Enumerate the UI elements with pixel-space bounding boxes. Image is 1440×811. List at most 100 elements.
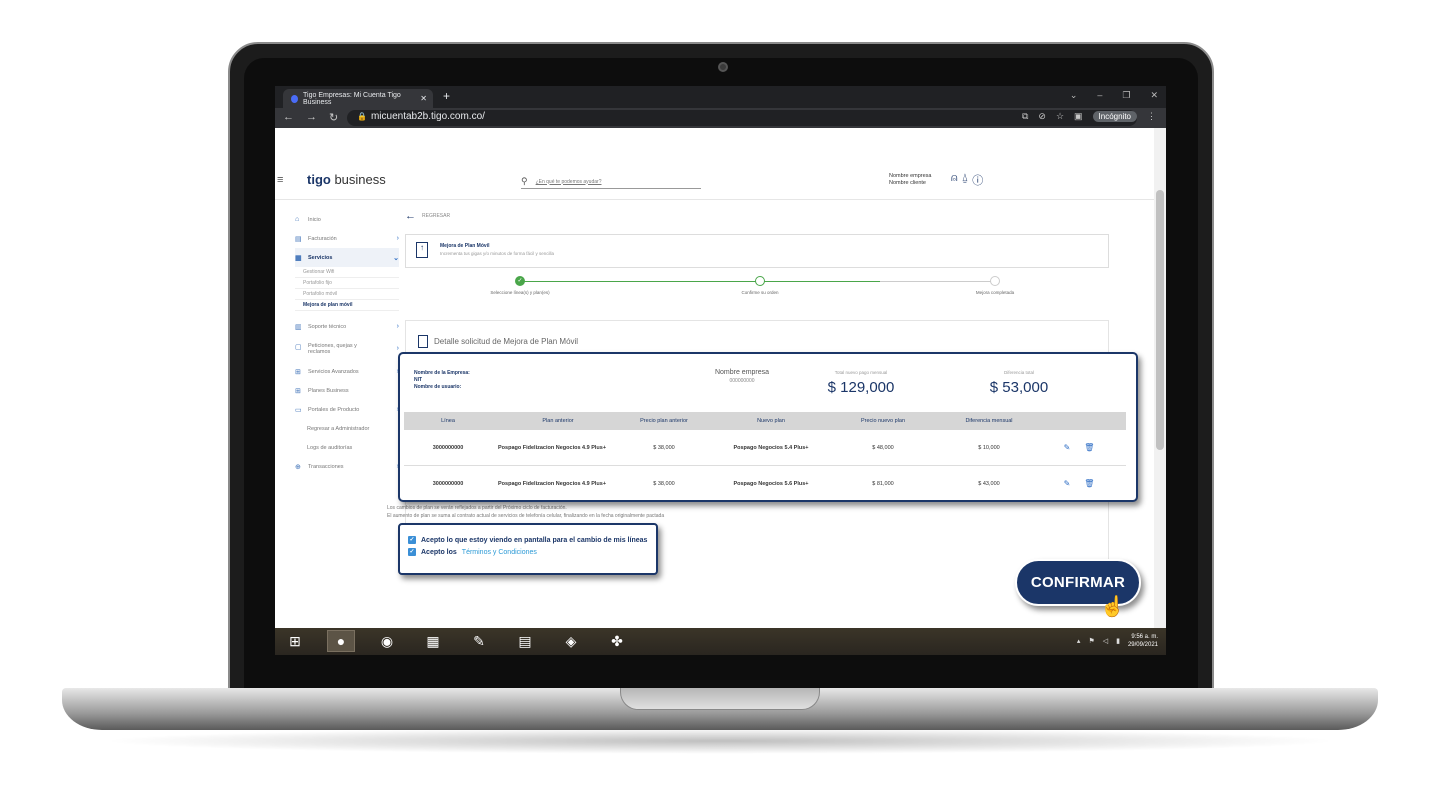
bell-icon[interactable]: ⍙ (962, 172, 969, 188)
tools-icon[interactable]: ✤ (603, 630, 631, 652)
accept-terms-checkbox[interactable]: ✓ (408, 548, 416, 556)
step-line-3 (880, 281, 995, 282)
trash-icon[interactable]: 🗑 (1084, 479, 1094, 488)
help-icon[interactable]: ⓘ (972, 172, 983, 188)
sidebar-item-label: Planes Business (308, 387, 349, 394)
accept-terms-row[interactable]: ✓ Acepto los Términos y Condiciones (408, 547, 656, 557)
star-icon[interactable]: ☆ (1056, 111, 1064, 122)
back-arrow-icon[interactable]: ← (283, 111, 294, 124)
sidebar-item-facturacion[interactable]: ▤ Facturación › (295, 229, 399, 248)
sidebar-item-admin[interactable]: Regresar a Administrador (295, 419, 399, 438)
notes-icon[interactable]: ◈ (557, 630, 585, 652)
menu-icon[interactable]: ⋮ (1147, 111, 1156, 122)
cell-precio-anterior: $ 38,000 (653, 480, 675, 487)
minimize-icon[interactable]: – (1097, 90, 1102, 101)
total-caption: Total nuevo pago mensual (834, 370, 888, 375)
table-header: Línea Plan anterior Precio plan anterior… (404, 412, 1126, 430)
tigo-logo[interactable]: tigo business (307, 172, 386, 187)
network-icon[interactable]: ▮ (1116, 637, 1120, 645)
document-icon (418, 335, 428, 348)
toolbar-right-icons: ⧉ ⊘ ☆ ▣ Incógnito ⋮ (1022, 111, 1156, 122)
accept-screen-row[interactable]: ✓ Acepto lo que estoy viendo en pantalla… (408, 535, 656, 545)
cell-linea: 3000000000 (432, 480, 464, 487)
folder-icon[interactable]: ▤ (511, 630, 539, 652)
user-label: Nombre de usuario: (414, 384, 462, 390)
sidebar-item-soporte[interactable]: ▥ Soporte técnico › (295, 317, 399, 336)
sidebar-item-planes[interactable]: ⊞ Planes Business (295, 381, 399, 400)
paint-icon[interactable]: ✎ (465, 630, 493, 652)
col-precio-anterior: Precio plan anterior (640, 418, 688, 424)
new-tab-icon[interactable]: + (443, 89, 450, 103)
tab-search-icon[interactable]: ⌄ (1070, 90, 1078, 101)
tab-close-icon[interactable]: ✕ (420, 94, 427, 103)
edit-icon[interactable]: ✎ (1064, 443, 1071, 452)
accept-screen-checkbox[interactable]: ✓ (408, 536, 416, 544)
clock-date: 29/09/2021 (1127, 642, 1158, 648)
sidebar-item-transacciones[interactable]: ⊕Transacciones› (295, 457, 399, 476)
chrome-icon[interactable]: ◉ (373, 630, 401, 652)
sidebar-subitem-movil[interactable]: Portafolio móvil (295, 289, 399, 300)
grid-icon: ▦ (295, 254, 302, 262)
sidebar-item-label: Transacciones (308, 463, 344, 470)
nav-buttons: ← → ↻ (283, 111, 338, 124)
sidebar-item-label: Soporte técnico (308, 323, 347, 330)
hamburger-icon[interactable]: ≡ (277, 174, 283, 186)
chevron-right-icon: › (396, 345, 399, 352)
url-text[interactable]: 🔒 micuentab2b.tigo.com.co/ (357, 111, 485, 122)
sidebar-item-servicios[interactable]: ▦ Servicios ⌄ (295, 248, 399, 267)
invoice-icon: ▤ (295, 235, 302, 243)
sidebar-item-logs[interactable]: Logs de auditorías (295, 438, 399, 457)
laptop-notch (620, 688, 820, 710)
table-row: 3000000000 Pospago Fidelizacion Negocios… (404, 430, 1126, 466)
incognito-badge[interactable]: Incógnito (1092, 111, 1137, 122)
clock[interactable]: 9:56 a. m. 29/09/2021 (1128, 633, 1158, 649)
sidebar-subitem-wifi[interactable]: Gestionar Wifi (295, 267, 399, 278)
search-field[interactable]: ⚲ ¿En qué te podemos ayudar? (521, 175, 701, 189)
page-scrollbar[interactable] (1154, 128, 1166, 628)
order-summary-card: Nombre de la Empresa: NIT Nombre de usua… (398, 352, 1138, 502)
sidebar-subitem-mejora[interactable]: Mejora de plan móvil (295, 300, 399, 311)
tray-arrow-icon[interactable]: ▴ (1077, 637, 1081, 645)
trash-icon[interactable]: 🗑 (1084, 443, 1094, 452)
card-title: Mejora de Plan Móvil (440, 243, 490, 249)
row-actions: ✎ 🗑 (1044, 443, 1114, 452)
sidebar-subitem-fijo[interactable]: Portafolio fijo (295, 278, 399, 289)
firefox-icon[interactable]: ● (327, 630, 355, 652)
eye-off-icon[interactable]: ⊘ (1038, 111, 1046, 122)
laptop-shadow (100, 728, 1340, 754)
back-link[interactable]: ← REGRESAR (405, 210, 1115, 222)
company-label: Nombre de la Empresa: (414, 370, 470, 376)
forward-arrow-icon[interactable]: → (306, 111, 317, 124)
side-panel-icon[interactable]: ▣ (1074, 111, 1083, 122)
step-label-2: Confirme su orden (741, 290, 779, 295)
support-icon: ▥ (295, 323, 302, 331)
sidebar-item-avanzados[interactable]: ⊞Servicios Avanzados› (295, 362, 399, 381)
cell-plan-anterior: Pospago Fidelizacion Negocios 4.9 Plus+ (498, 444, 607, 451)
sidebar-item-portales[interactable]: ▭Portales de Producto› (295, 400, 399, 419)
scroll-thumb[interactable] (1156, 190, 1164, 450)
close-window-icon[interactable]: ✕ (1150, 90, 1158, 101)
browser-tab[interactable]: Tigo Empresas: Mi Cuenta Tigo Business ✕ (283, 89, 433, 108)
portal-icon: ▭ (295, 406, 302, 414)
restore-icon[interactable]: ❐ (1122, 90, 1130, 101)
upgrade-icon: ↑ (416, 242, 428, 258)
calculator-icon[interactable]: ▦ (419, 630, 447, 652)
request-icon: ▢ (295, 344, 302, 351)
total-value: $ 129,000 (827, 379, 895, 396)
detail-title-text: Detalle solicitud de Mejora de Plan Móvi… (434, 337, 579, 346)
user-icon[interactable]: ⍝ (951, 172, 958, 188)
sidebar-item-inicio[interactable]: ⌂ Inicio (295, 210, 399, 229)
sidebar-item-pqr[interactable]: ▢ Peticiones, quejas y reclamos › (295, 336, 399, 362)
translate-icon[interactable]: ⧉ (1022, 111, 1028, 122)
windows-start-icon[interactable]: ⊞ (281, 630, 309, 652)
volume-icon[interactable]: ◁ (1103, 637, 1108, 645)
reload-icon[interactable]: ↻ (329, 111, 338, 124)
hand-cursor-icon: ☝ (1100, 596, 1125, 618)
edit-icon[interactable]: ✎ (1064, 479, 1071, 488)
main-content: ← REGRESAR ↑ Mejora de Plan Móvil Increme… (405, 210, 1115, 570)
terms-link[interactable]: Términos y Condiciones (462, 549, 537, 556)
header-company-name: Nombre empresa (889, 173, 932, 179)
sidebar-item-label: Peticiones, quejas y reclamos (308, 343, 357, 355)
webcam (718, 62, 728, 72)
flag-icon[interactable]: ⚑ (1088, 637, 1094, 645)
